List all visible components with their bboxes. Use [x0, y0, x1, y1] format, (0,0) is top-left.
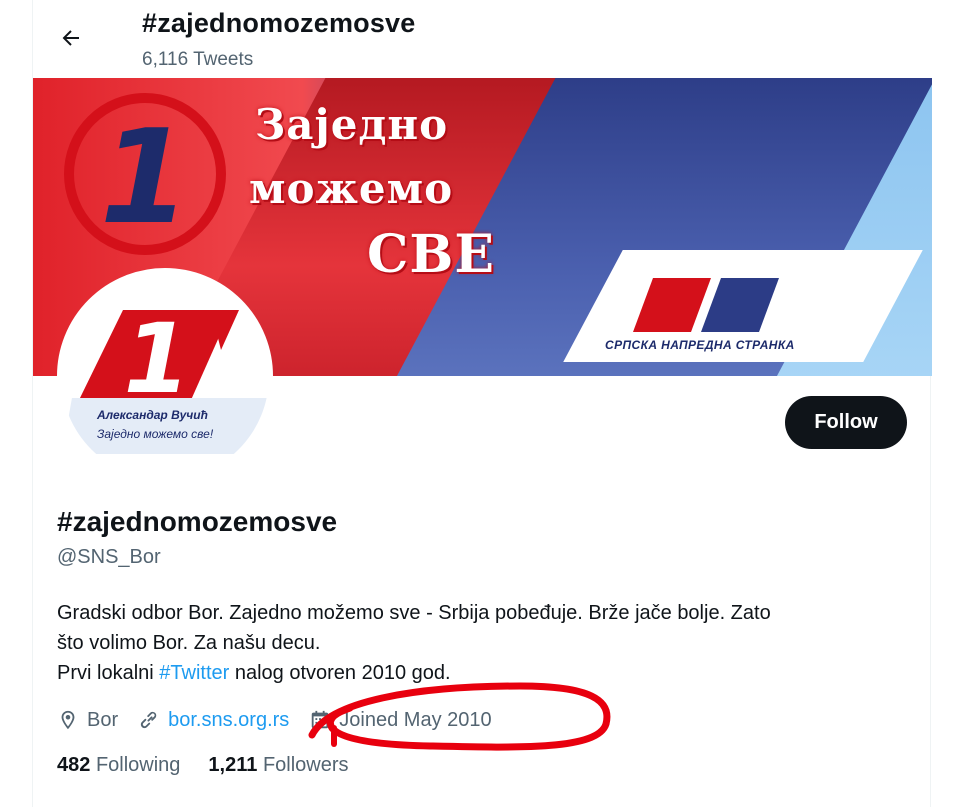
following-count: 482 — [57, 754, 91, 776]
banner-number-circle: 1 — [64, 93, 226, 255]
bio-line: Gradski odbor Bor. Zajedno možemo sve - … — [57, 602, 771, 624]
avatar-name-plate — [62, 398, 269, 454]
profile-column: #zajednomozemosve 6,116 Tweets 1 Заједно… — [32, 0, 932, 807]
followers-count: 1,211 — [208, 754, 258, 776]
joined-item: Joined May 2010 — [309, 708, 492, 732]
avatar[interactable]: 1 Александар Вучић Заједно можемо све! — [57, 268, 273, 484]
banner-slogan-line1: Заједно — [255, 100, 449, 149]
profile-header-bar: #zajednomozemosve 6,116 Tweets — [33, 0, 932, 78]
back-button[interactable] — [53, 20, 89, 56]
location-item: Bor — [57, 709, 118, 732]
avatar-slogan: Заједно можемо све! — [97, 427, 214, 441]
profile-handle: @SNS_Bor — [57, 546, 161, 568]
location-pin-icon — [61, 710, 75, 730]
location-text: Bor — [87, 708, 119, 731]
bio-line: Prvi lokalni #Twitter nalog otvoren 2010… — [57, 658, 897, 688]
follow-button[interactable]: Follow — [785, 396, 907, 449]
banner-slogan-line2: можемо — [249, 164, 454, 213]
bio-line: što volimo Bor. Za našu decu. — [57, 632, 321, 654]
link-icon — [141, 711, 157, 729]
website-item[interactable]: bor.sns.org.rs — [138, 709, 289, 732]
hashtag-link[interactable]: #Twitter — [159, 662, 229, 684]
profile-meta: Bor bor.sns.org.rs Joined May 2010 — [57, 705, 512, 735]
banner-party-name: СРПСКА НАПРЕДНА СТРАНКА — [605, 338, 795, 352]
following-link[interactable]: 482 Following — [57, 754, 180, 777]
joined-text: Joined May 2010 — [339, 708, 492, 731]
profile-bio: Gradski odbor Bor. Zajedno možemo sve - … — [57, 598, 897, 688]
bio-text: Prvi lokalni — [57, 662, 160, 684]
banner-number: 1 — [100, 101, 190, 253]
profile-stats: 482 Following 1,211 Followers — [57, 754, 377, 777]
website-link[interactable]: bor.sns.org.rs — [168, 709, 289, 732]
following-label: Following — [95, 754, 181, 776]
party-flag-logo — [633, 278, 779, 332]
header-title: #zajednomozemosve — [142, 8, 416, 38]
followers-label: Followers — [262, 754, 349, 776]
calendar-icon — [312, 710, 329, 729]
followers-link[interactable]: 1,211 Followers — [208, 754, 348, 777]
banner-slogan-line3: СВЕ — [367, 224, 495, 285]
avatar-name: Александар Вучић — [97, 408, 208, 422]
tweet-count: 6,116 Tweets — [142, 49, 254, 70]
bio-text: nalog otvoren 2010 god. — [229, 662, 451, 684]
back-arrow-icon — [62, 30, 79, 46]
profile-display-name: #zajednomozemosve — [57, 506, 338, 537]
